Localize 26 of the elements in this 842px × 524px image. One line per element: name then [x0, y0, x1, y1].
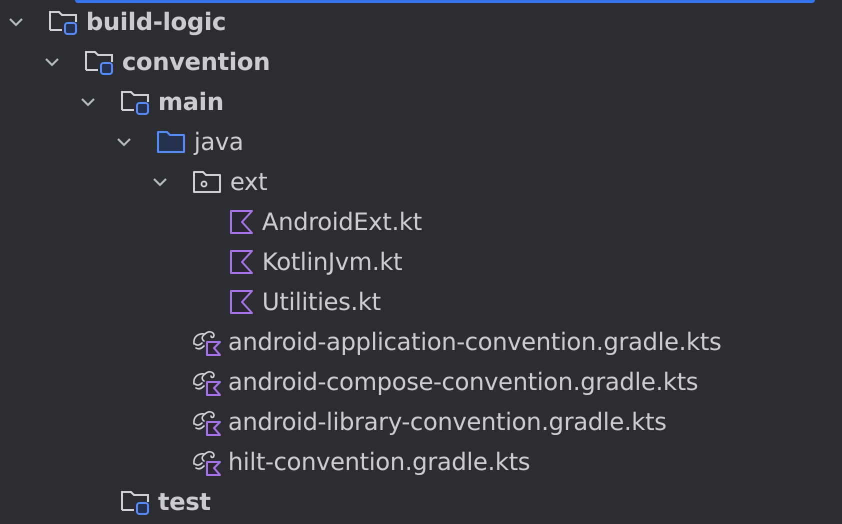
folder-icon [156, 128, 188, 156]
tree-item[interactable]: build-logic [86, 8, 226, 36]
module-folder-icon [84, 48, 116, 76]
tree-item[interactable]: convention [122, 48, 270, 76]
gradle-kotlin-file-icon [192, 408, 222, 436]
tree-item[interactable]: android-application-convention.gradle.kts [228, 328, 722, 356]
tree-item[interactable]: android-library-convention.gradle.kts [228, 408, 667, 436]
module-folder-icon [48, 8, 80, 36]
tree-item[interactable]: hilt-convention.gradle.kts [228, 448, 530, 476]
kotlin-file-icon [228, 208, 256, 236]
module-folder-icon [120, 88, 152, 116]
tree-item[interactable]: main [158, 88, 224, 116]
package-folder-icon [192, 168, 224, 196]
gradle-kotlin-file-icon [192, 368, 222, 396]
kotlin-file-icon [228, 248, 256, 276]
tree-item[interactable]: AndroidExt.kt [262, 208, 422, 236]
tree-item[interactable]: test [158, 488, 211, 516]
tree-item[interactable]: java [194, 128, 244, 156]
tree-item[interactable]: KotlinJvm.kt [262, 248, 402, 276]
gradle-kotlin-file-icon [192, 328, 222, 356]
tree-item[interactable]: ext [230, 168, 268, 196]
tree-item[interactable]: Utilities.kt [262, 288, 381, 316]
kotlin-file-icon [228, 288, 256, 316]
tree-item[interactable]: android-compose-convention.gradle.kts [228, 368, 698, 396]
gradle-kotlin-file-icon [192, 448, 222, 476]
module-folder-icon [120, 488, 152, 516]
